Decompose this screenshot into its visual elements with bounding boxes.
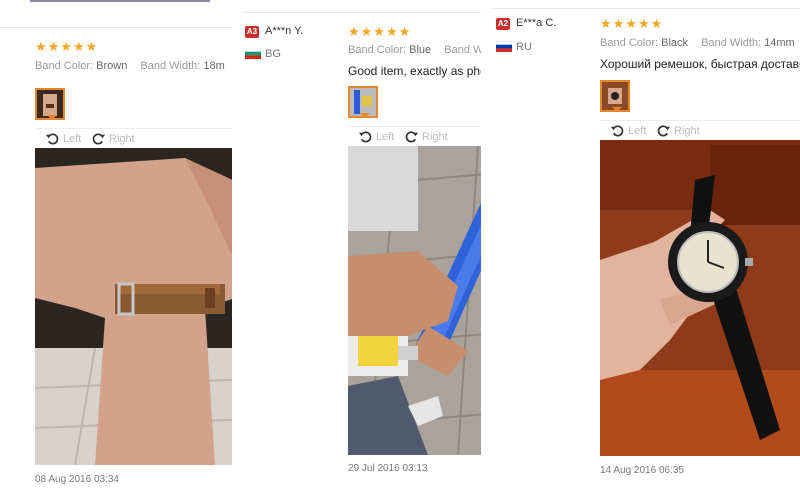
review-card-2: A3 A***n Y. BG ★★★★★ Band Color: Blue Ba… bbox=[243, 0, 481, 500]
rotate-toolbar: Left Right × bbox=[348, 126, 481, 147]
rotate-right-button[interactable]: Right bbox=[404, 129, 448, 144]
rotate-toolbar: Left Right bbox=[600, 120, 800, 141]
black-strap-watch-photo bbox=[600, 140, 800, 456]
russia-flag-icon bbox=[496, 41, 512, 52]
band-color-value: Blue bbox=[409, 44, 432, 56]
rating-stars: ★★★★★ bbox=[348, 24, 412, 39]
rotate-left-icon bbox=[610, 125, 624, 137]
rating-stars: ★★★★★ bbox=[600, 16, 664, 31]
rotate-left-icon bbox=[358, 131, 372, 143]
review-text: Хороший ремешок, быстрая доставка bbox=[600, 57, 800, 71]
rotate-right-icon bbox=[405, 131, 419, 143]
review-thumbnail[interactable] bbox=[600, 80, 630, 112]
rotate-left-button[interactable]: Left bbox=[358, 129, 394, 144]
band-color-value: Brown bbox=[96, 60, 128, 72]
divider bbox=[493, 8, 800, 9]
band-color-value: Black bbox=[661, 37, 689, 49]
image-edge bbox=[30, 0, 210, 2]
level-badge: A2 bbox=[496, 18, 510, 30]
review-photo[interactable] bbox=[348, 146, 481, 455]
reviewer-name[interactable]: E***a C. bbox=[516, 17, 556, 29]
wrist-watch-photo bbox=[35, 148, 232, 465]
band-width-value: 18m bbox=[203, 60, 225, 72]
review-card-3: A2 E***a C. RU ★★★★★ Band Color: Black B… bbox=[493, 0, 800, 500]
divider bbox=[0, 27, 232, 28]
review-attributes: Band Color: Brown Band Width: 18m bbox=[35, 60, 225, 72]
level-badge: A3 bbox=[245, 26, 259, 38]
blue-strap-photo bbox=[348, 146, 481, 455]
rotate-right-icon bbox=[657, 125, 671, 137]
review-date: 08 Aug 2016 03:34 bbox=[35, 474, 119, 485]
divider bbox=[243, 12, 481, 13]
rotate-right-button[interactable]: Right bbox=[656, 123, 700, 138]
review-thumbnail[interactable] bbox=[35, 88, 65, 120]
review-attributes: Band Color: Black Band Width: 14mm bbox=[600, 37, 795, 49]
reviewer-country: BG bbox=[265, 48, 281, 60]
rotate-left-button[interactable]: Left bbox=[610, 123, 646, 138]
rating-stars: ★★★★★ bbox=[35, 39, 99, 54]
rotate-toolbar: Left Right bbox=[35, 128, 232, 149]
review-date: 29 Jul 2016 03:13 bbox=[348, 463, 428, 474]
band-width-value: 14mm bbox=[764, 37, 795, 49]
rotate-right-button[interactable]: Right bbox=[91, 131, 135, 146]
rotate-right-icon bbox=[92, 133, 106, 145]
review-card-1: ★★★★★ Band Color: Brown Band Width: 18m … bbox=[0, 0, 232, 500]
review-date: 14 Aug 2016 06:35 bbox=[600, 465, 684, 476]
reviewer-name[interactable]: A***n Y. bbox=[265, 25, 303, 37]
rotate-left-button[interactable]: Left bbox=[45, 131, 81, 146]
rotate-left-icon bbox=[45, 133, 59, 145]
review-photo[interactable] bbox=[35, 148, 232, 465]
review-photo[interactable] bbox=[600, 140, 800, 456]
review-text: Good item, exactly as photo bbox=[348, 64, 481, 78]
review-thumbnail[interactable] bbox=[348, 86, 378, 118]
bulgaria-flag-icon bbox=[245, 48, 261, 59]
review-attributes: Band Color: Blue Band Wi bbox=[348, 44, 481, 56]
reviewer-country: RU bbox=[516, 41, 532, 53]
